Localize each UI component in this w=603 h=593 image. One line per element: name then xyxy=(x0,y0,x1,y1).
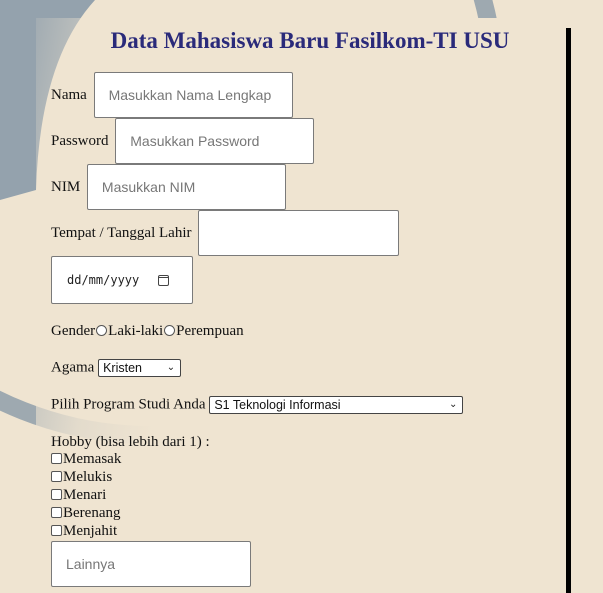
religion-select[interactable]: Kristen ⌄ xyxy=(98,359,182,377)
birth-date-input[interactable]: dd/mm/yyyy xyxy=(51,256,193,304)
birth-place-input[interactable] xyxy=(213,211,399,255)
hobby-label[interactable]: Memasak xyxy=(63,451,121,467)
password-field[interactable] xyxy=(115,118,315,164)
calendar-icon[interactable] xyxy=(158,274,170,286)
nim-row: NIM xyxy=(51,164,286,210)
hobby-label[interactable]: Menjahit xyxy=(63,523,117,539)
hobby-label[interactable]: Berenang xyxy=(63,505,120,521)
gender-row: Gender Laki-laki Perempuan xyxy=(51,323,244,340)
other-hobby-field[interactable] xyxy=(51,541,251,587)
hobby-checkbox[interactable] xyxy=(51,525,62,536)
form-container: Data Mahasiswa Baru Fasilkom-TI USU Nama… xyxy=(36,18,566,593)
hobby-item[interactable]: Berenang xyxy=(51,505,120,522)
hobby-item[interactable]: Menari xyxy=(51,487,106,504)
name-input[interactable] xyxy=(108,73,292,117)
gender-female-label[interactable]: Perempuan xyxy=(176,323,243,339)
name-field[interactable] xyxy=(93,72,293,118)
hobby-item[interactable]: Menjahit xyxy=(51,523,117,540)
chevron-down-icon: ⌄ xyxy=(166,362,176,373)
hobby-item[interactable]: Melukis xyxy=(51,469,112,486)
date-placeholder: dd/mm/yyyy xyxy=(67,273,140,287)
other-hobby-input[interactable] xyxy=(66,542,250,586)
hobby-label[interactable]: Melukis xyxy=(63,469,112,485)
hobby-item[interactable]: Memasak xyxy=(51,451,121,468)
password-row: Password xyxy=(51,118,315,164)
gender-female-radio[interactable] xyxy=(164,325,176,336)
birth-place-field[interactable] xyxy=(198,210,400,256)
name-row: Nama xyxy=(51,72,293,118)
hobby-checkbox[interactable] xyxy=(51,489,62,500)
gender-label: Gender xyxy=(51,323,96,339)
nim-field[interactable] xyxy=(86,164,286,210)
password-input[interactable] xyxy=(130,119,314,163)
hobby-checkbox[interactable] xyxy=(51,453,62,464)
name-label: Nama xyxy=(51,86,87,103)
program-label: Pilih Program Studi Anda xyxy=(51,396,206,413)
page-title: Data Mahasiswa Baru Fasilkom-TI USU xyxy=(110,28,510,53)
hobby-checkbox[interactable] xyxy=(51,471,62,482)
birth-row: Tempat / Tanggal Lahir xyxy=(51,210,400,256)
religion-row: Agama Kristen ⌄ xyxy=(51,359,182,377)
program-select[interactable]: S1 Teknologi Informasi ⌄ xyxy=(209,396,464,414)
password-label: Password xyxy=(51,132,109,149)
chevron-down-icon: ⌄ xyxy=(448,399,458,410)
religion-selected: Kristen xyxy=(103,361,142,375)
program-row: Pilih Program Studi Anda S1 Teknologi In… xyxy=(51,396,464,414)
birth-label: Tempat / Tanggal Lahir xyxy=(51,224,192,241)
nim-input[interactable] xyxy=(101,165,285,209)
program-selected: S1 Teknologi Informasi xyxy=(214,398,341,412)
right-border xyxy=(566,28,571,593)
hobby-checkbox[interactable] xyxy=(51,507,62,518)
nim-label: NIM xyxy=(51,178,81,195)
gender-male-label[interactable]: Laki-laki xyxy=(108,323,163,339)
hobby-label: Hobby (bisa lebih dari 1) : xyxy=(51,434,210,450)
religion-label: Agama xyxy=(51,359,95,376)
hobby-label[interactable]: Menari xyxy=(63,487,106,503)
gender-male-radio[interactable] xyxy=(96,325,108,336)
